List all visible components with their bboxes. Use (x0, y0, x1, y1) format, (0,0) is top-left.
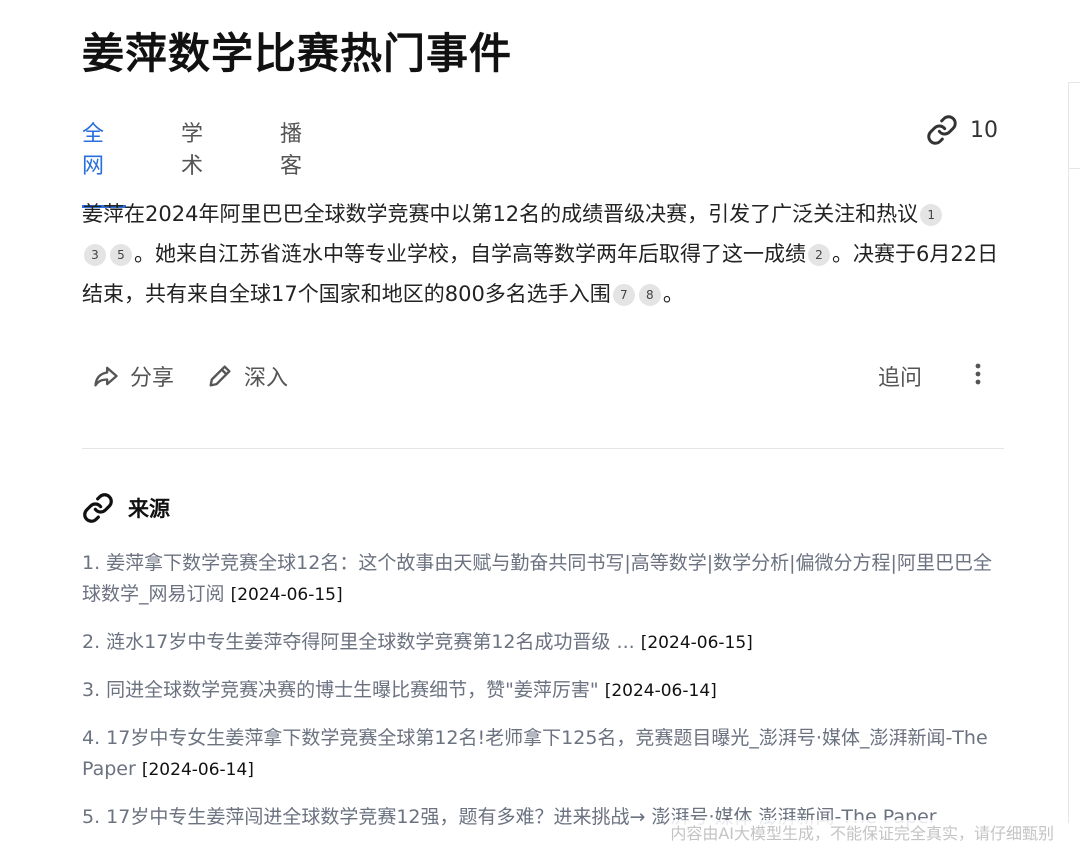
page-title: 姜萍数学比赛热门事件 (82, 29, 513, 78)
pencil-icon (209, 365, 231, 387)
more-options-button[interactable] (968, 360, 988, 388)
source-date: [2024-06-15] (640, 633, 753, 653)
source-item[interactable]: 1. 姜萍拿下数学竞赛全球12名：这个故事由天赋与勤奋共同书写|高等数学|数学分… (82, 548, 1002, 611)
sources-header: 来源 (82, 492, 170, 524)
citation-badge[interactable]: 3 (84, 244, 106, 266)
citation-badge[interactable]: 2 (808, 244, 830, 266)
source-item[interactable]: 2. 涟水17岁中专生姜萍夺得阿里全球数学竞赛第12名成功晋级 ... [202… (82, 627, 1002, 659)
follow-up-button[interactable]: 追问 (878, 360, 922, 392)
section-divider (82, 448, 1004, 449)
sources-heading: 来源 (128, 497, 170, 521)
share-label: 分享 (130, 366, 175, 391)
source-item[interactable]: 4. 17岁中专女生姜萍拿下数学竞赛全球第12名!老师拿下125名，竞赛题目曝光… (82, 723, 1002, 786)
follow-up-label: 追问 (878, 366, 923, 391)
summary-text: 。 (662, 282, 684, 306)
answer-summary: 姜萍在2024年阿里巴巴全球数学竞赛中以第12名的成绩晋级决赛，引发了广泛关注和… (82, 194, 1002, 314)
sources-list: 1. 姜萍拿下数学竞赛全球12名：这个故事由天赋与勤奋共同书写|高等数学|数学分… (82, 548, 1002, 849)
ai-disclaimer: 内容由AI大模型生成，不能保证完全真实，请仔细甄别 (670, 820, 1054, 844)
link-icon (83, 493, 113, 523)
share-icon (94, 366, 118, 387)
source-title[interactable]: 3. 同进全球数学竞赛决赛的博士生曝比赛细节，赞"姜萍厉害" (82, 679, 599, 701)
source-title[interactable]: 2. 涟水17岁中专生姜萍夺得阿里全球数学竞赛第12名成功晋级 ... (82, 631, 635, 653)
source-date: [2024-06-14] (141, 760, 254, 780)
tab-all-web[interactable]: 全网 (82, 116, 127, 208)
citation-badge[interactable]: 1 (920, 204, 943, 226)
summary-text: 。她来自江苏省涟水中等专业学校，自学高等数学两年后取得了这一成绩 (134, 242, 806, 266)
citation-badge[interactable]: 8 (638, 284, 661, 306)
source-item[interactable]: 3. 同进全球数学竞赛决赛的博士生曝比赛细节，赞"姜萍厉害" [2024-06-… (82, 675, 1002, 707)
summary-text: 姜萍在2024年阿里巴巴全球数学竞赛中以第12名的成绩晋级决赛，引发了广泛关注和… (82, 202, 919, 226)
source-date: [2024-06-15] (230, 585, 343, 605)
share-button[interactable]: 分享 (92, 360, 174, 392)
deep-dive-label: 深入 (244, 366, 289, 391)
link-icon (927, 115, 957, 145)
right-panel-edge (1068, 82, 1080, 823)
link-count-button[interactable]: 10 (926, 114, 998, 146)
source-date: [2024-06-14] (604, 681, 717, 701)
more-vertical-icon (975, 363, 981, 385)
citation-badge[interactable]: 7 (612, 284, 635, 306)
citation-badge[interactable]: 5 (110, 244, 132, 266)
deep-dive-button[interactable]: 深入 (206, 360, 288, 392)
action-bar: 分享 深入 追问 (92, 360, 1002, 400)
link-count-value: 10 (970, 117, 998, 143)
tab-academic[interactable]: 学术 (181, 116, 203, 192)
tab-podcast[interactable]: 播客 (280, 116, 302, 192)
source-title[interactable]: 1. 姜萍拿下数学竞赛全球12名：这个故事由天赋与勤奋共同书写|高等数学|数学分… (82, 552, 992, 605)
